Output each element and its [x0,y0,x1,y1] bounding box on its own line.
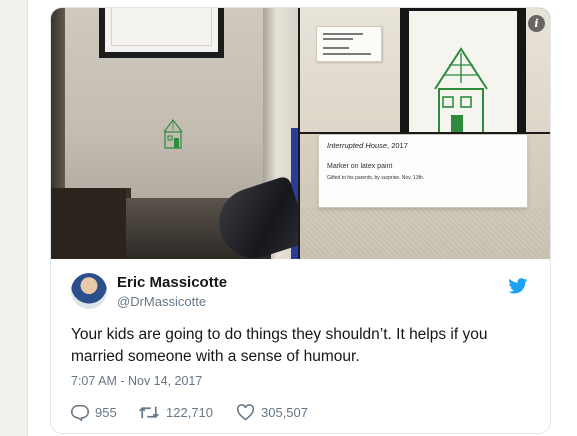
small-label-card [316,26,382,62]
like-action[interactable]: 305,507 [236,402,308,422]
photo-wall-drawing[interactable] [51,8,298,259]
author-display-name[interactable]: Eric Massicotte [117,274,227,291]
photo-framed-house[interactable]: i [300,8,550,132]
info-icon[interactable]: i [528,15,545,32]
framed-house-drawing [434,47,488,132]
wall-house-drawing [163,119,183,149]
author-handle[interactable]: @DrMassicotte [117,294,206,309]
label-medium: Marker on latex paint [327,163,393,170]
furniture [51,188,126,259]
retweet-action[interactable]: 122,710 [138,402,213,422]
tweet-media-grid[interactable]: i Interrupted House, 2017 Marker on late… [51,8,550,259]
retweet-count: 122,710 [166,404,213,420]
reply-action[interactable]: 955 [71,402,117,422]
avatar[interactable] [71,273,107,309]
embedded-tweet-card[interactable]: i Interrupted House, 2017 Marker on late… [50,7,551,434]
framed-picture [99,8,224,58]
tweet-actions: 955 122,710 305,507 [71,402,471,422]
reply-icon [71,404,89,421]
gallery-label-card: Interrupted House, 2017 Marker on latex … [318,134,528,208]
tweet-text: Your kids are going to do things they sh… [71,326,488,365]
black-picture-frame [400,8,526,132]
label-note: Gifted to his parents, by surprise. Nov.… [327,175,425,181]
like-count: 305,507 [261,404,308,420]
wall-texture [300,208,550,259]
photo-gallery-label[interactable]: Interrupted House, 2017 Marker on latex … [300,134,550,259]
tweet-author[interactable]: Eric Massicotte @DrMassicotte [71,270,541,312]
page-left-strip [0,0,28,436]
retweet-icon [139,406,159,418]
label-title: Interrupted House, 2017 [327,141,408,150]
heart-icon [236,403,255,420]
reply-count: 955 [95,404,117,420]
tweet-timestamp[interactable]: 7:07 AM - Nov 14, 2017 [71,374,202,388]
twitter-bird-icon[interactable] [508,278,528,294]
